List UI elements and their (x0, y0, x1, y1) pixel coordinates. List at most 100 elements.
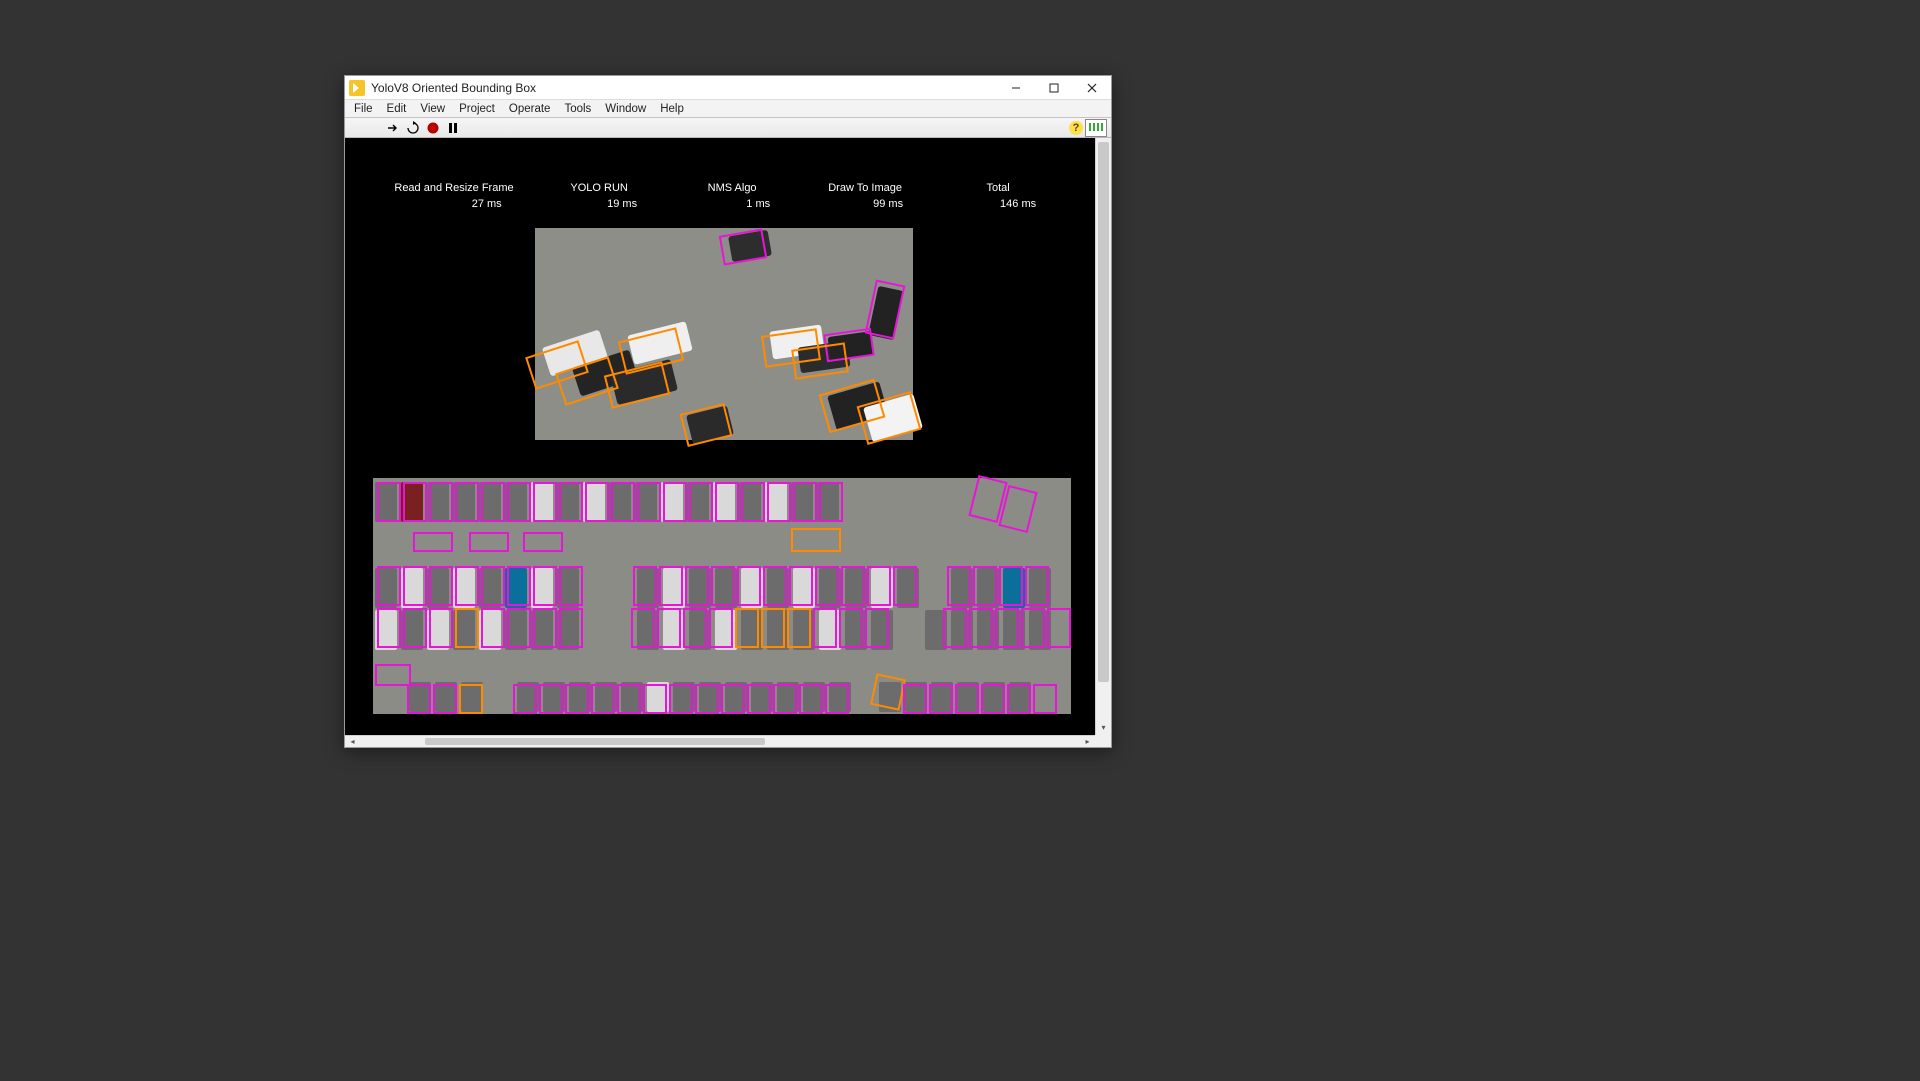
detection-box (429, 566, 453, 606)
detection-box (403, 566, 427, 606)
detection-box (559, 608, 583, 648)
detection-view-bottom (373, 478, 1071, 714)
perf-read-value: 27 ms (394, 198, 513, 210)
detection-box (683, 608, 707, 648)
perf-total-label: Total (951, 182, 1046, 194)
perf-nms-value: 1 ms (685, 198, 780, 210)
perf-read-label: Read and Resize Frame (394, 182, 513, 194)
detection-box (747, 684, 771, 714)
detection-box (585, 482, 609, 522)
detection-box (839, 608, 863, 648)
detection-box (657, 608, 681, 648)
detection-box (481, 482, 505, 522)
detection-box (375, 664, 411, 686)
detection-box (507, 608, 531, 648)
detection-box (455, 608, 479, 648)
detection-box (709, 608, 733, 648)
detection-view-top (535, 228, 913, 440)
toolbar: ? (345, 118, 1111, 138)
detection-box (711, 566, 735, 606)
detection-box (633, 566, 657, 606)
detection-box (611, 482, 635, 522)
detection-box (787, 608, 811, 648)
menu-file[interactable]: File (347, 103, 380, 115)
close-button[interactable] (1073, 76, 1111, 100)
detection-box (1047, 608, 1071, 648)
detection-box (737, 566, 761, 606)
detection-box (773, 684, 797, 714)
detection-box (481, 566, 505, 606)
scroll-right-icon[interactable]: ▸ (1080, 736, 1095, 747)
perf-total-value: 146 ms (951, 198, 1046, 210)
hscroll-thumb[interactable] (425, 738, 765, 745)
menu-project[interactable]: Project (452, 103, 502, 115)
scroll-down-icon[interactable]: ▾ (1096, 720, 1111, 735)
detection-box (841, 566, 865, 606)
menu-help[interactable]: Help (653, 103, 691, 115)
detection-box (407, 684, 431, 714)
detection-box (591, 684, 615, 714)
minimize-button[interactable] (997, 76, 1035, 100)
perf-yolo: YOLO RUN 19 ms (552, 182, 647, 210)
horizontal-scrollbar[interactable]: ◂ ▸ (345, 735, 1095, 747)
detection-box (903, 684, 927, 714)
detection-box (617, 684, 641, 714)
titlebar[interactable]: YoloV8 Oriented Bounding Box (345, 76, 1111, 100)
perf-read: Read and Resize Frame 27 ms (394, 182, 513, 210)
detection-box (403, 482, 427, 522)
detection-box (377, 482, 401, 522)
detection-box (973, 566, 997, 606)
detection-box (559, 566, 583, 606)
detection-box (791, 342, 849, 379)
run-continuous-icon[interactable] (405, 120, 421, 136)
detection-box (533, 566, 557, 606)
detection-box (955, 684, 979, 714)
detection-box (533, 482, 557, 522)
client-area: Read and Resize Frame 27 ms YOLO RUN 19 … (345, 138, 1111, 747)
help-icon[interactable]: ? (1069, 121, 1083, 135)
run-arrow-icon[interactable] (385, 120, 401, 136)
detection-box (813, 608, 837, 648)
detection-box (1021, 608, 1045, 648)
detection-box (377, 608, 401, 648)
detection-box (867, 566, 891, 606)
app-icon (349, 80, 365, 96)
perf-draw-value: 99 ms (818, 198, 913, 210)
instrument-icon[interactable] (1085, 119, 1107, 137)
pause-icon[interactable] (445, 120, 461, 136)
abort-icon[interactable] (425, 120, 441, 136)
detection-box (763, 566, 787, 606)
detection-box (533, 608, 557, 648)
detection-box (455, 482, 479, 522)
detection-box (565, 684, 589, 714)
detection-box (403, 608, 427, 648)
vertical-scrollbar[interactable]: ▴ ▾ (1095, 138, 1111, 735)
detection-box (969, 608, 993, 648)
detection-box (947, 566, 971, 606)
detection-box (643, 684, 667, 714)
menu-edit[interactable]: Edit (380, 103, 414, 115)
maximize-button[interactable] (1035, 76, 1073, 100)
scroll-left-icon[interactable]: ◂ (345, 736, 360, 747)
menu-view[interactable]: View (413, 103, 452, 115)
perf-yolo-label: YOLO RUN (552, 182, 647, 194)
detection-box (893, 566, 917, 606)
detection-box (721, 684, 745, 714)
perf-draw: Draw To Image 99 ms (818, 182, 913, 210)
detection-box (429, 482, 453, 522)
menu-tools[interactable]: Tools (557, 103, 598, 115)
menu-window[interactable]: Window (598, 103, 653, 115)
detection-box (815, 566, 839, 606)
front-panel: Read and Resize Frame 27 ms YOLO RUN 19 … (345, 138, 1095, 735)
detection-box (507, 482, 531, 522)
menu-operate[interactable]: Operate (502, 103, 558, 115)
detection-box (695, 684, 719, 714)
detection-box (715, 482, 739, 522)
window-title: YoloV8 Oriented Bounding Box (371, 81, 997, 95)
detection-box (741, 482, 765, 522)
vscroll-thumb[interactable] (1098, 142, 1109, 682)
detection-box (481, 608, 505, 648)
detection-box (719, 228, 768, 265)
detection-box (689, 482, 713, 522)
detection-box (459, 684, 483, 714)
